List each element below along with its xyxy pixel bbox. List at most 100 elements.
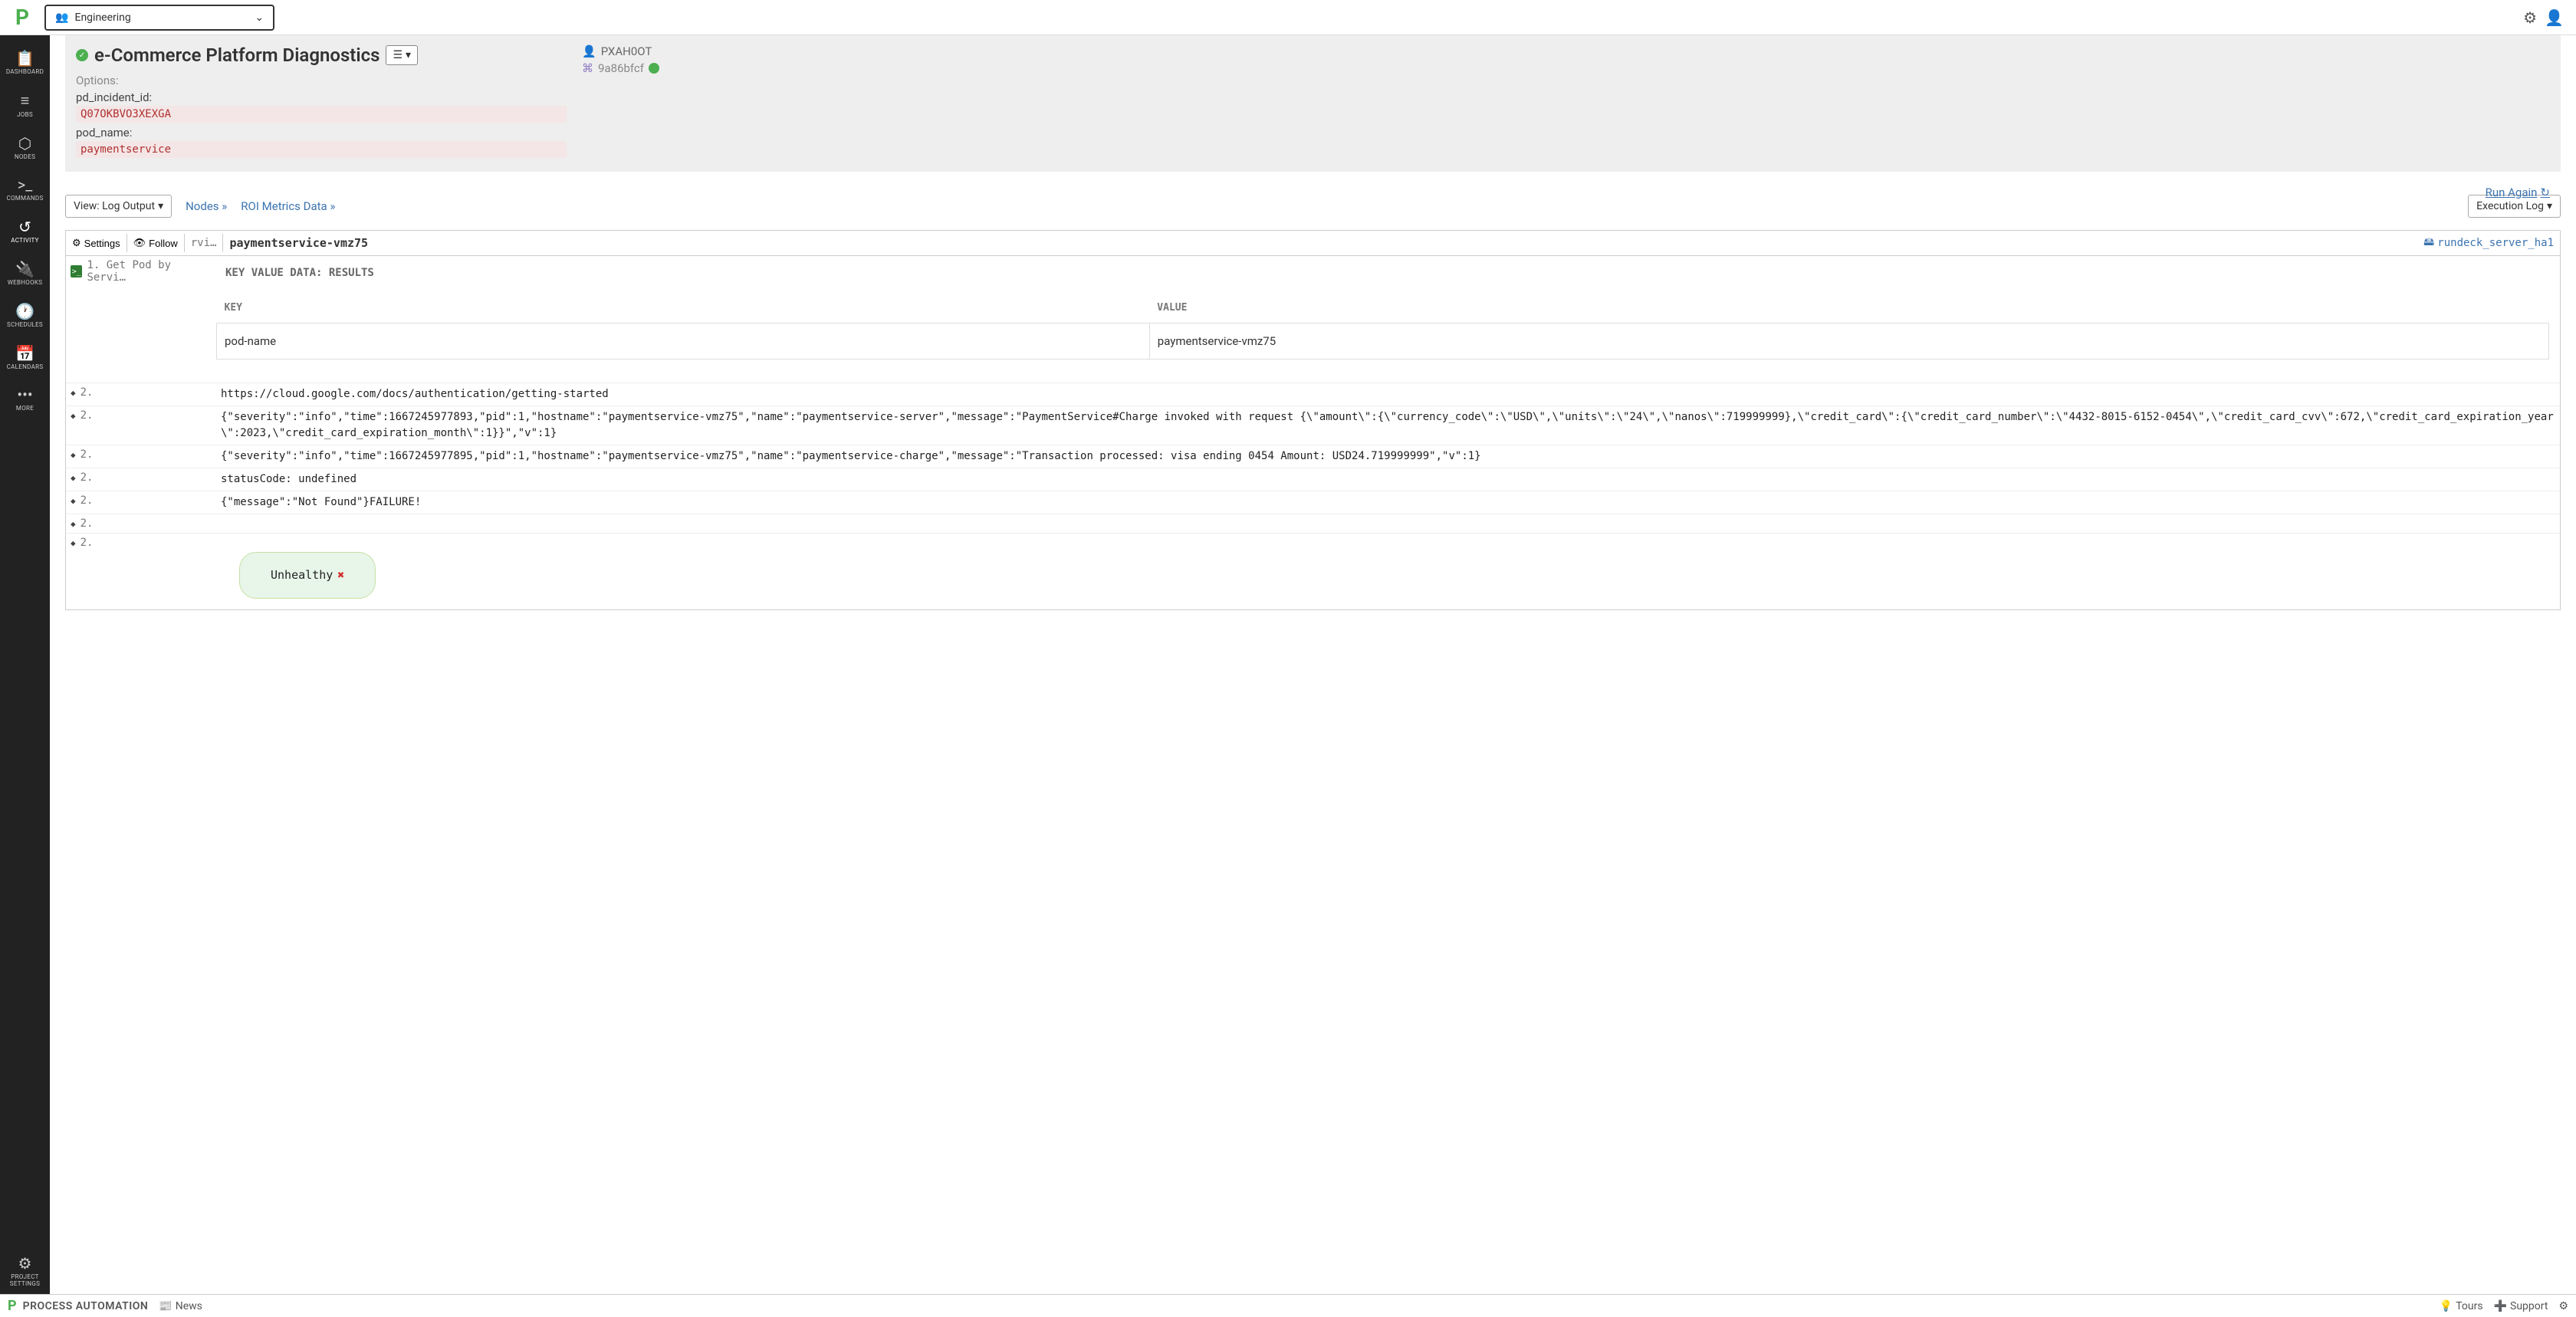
log-gutter: ◆ 2. (66, 514, 216, 533)
footer-gear-icon[interactable]: ⚙ (2558, 1300, 2568, 1312)
diamond-icon: ◆ (71, 496, 76, 506)
log-text (216, 514, 2560, 521)
diamond-icon: ◆ (71, 519, 76, 529)
sidebar-more[interactable]: •••MORE (0, 379, 50, 419)
status-ok-icon: ✓ (76, 49, 88, 61)
chevron-down-icon: ⌄ (255, 11, 264, 24)
results-key-col: KEY (217, 293, 1150, 324)
log-settings-button[interactable]: ⚙Settings (66, 234, 127, 252)
topbar: P 👥 Engineering ⌄ ⚙ 👤 (0, 0, 2576, 35)
actions-button[interactable]: ☰▾ (386, 45, 418, 65)
unhealthy-pill: Unhealthy ✖ (239, 552, 376, 599)
log-server-link[interactable]: 🖴rundeck_server_ha1 (2417, 231, 2560, 255)
caret-down-icon: ▾ (2547, 200, 2552, 212)
roi-link[interactable]: ROI Metrics Data » (241, 199, 335, 213)
run-again-button[interactable]: Run Again↻ (2486, 186, 2550, 199)
settings-icon[interactable]: ⚙ (2523, 8, 2537, 27)
gear-icon: ⚙ (72, 237, 81, 249)
log-follow-button[interactable]: 👁Follow (127, 234, 185, 252)
plug-icon: 🔌 (15, 260, 34, 278)
support-button[interactable]: ➕Support (2494, 1300, 2548, 1312)
results-val-col: VALUE (1149, 293, 2548, 324)
execution-user: PXAH0OT (601, 44, 652, 58)
caret-down-icon: ▾ (158, 200, 163, 212)
sidebar-dashboard[interactable]: 📋DASHBOARD (0, 43, 50, 82)
user-icon: 👤 (582, 44, 596, 58)
commit-status-icon (649, 63, 659, 74)
diamond-icon: ◆ (71, 411, 76, 421)
eye-off-icon: 👁 (133, 237, 146, 249)
log-text: {"severity":"info","time":1667245977895,… (216, 445, 2560, 468)
history-icon: ↺ (18, 218, 31, 236)
tours-button[interactable]: 💡Tours (2440, 1300, 2483, 1312)
log-line: ◆2.statusCode: undefined (66, 468, 2560, 491)
log-line: ◆2. Unhealthy ✖ (66, 533, 2560, 609)
refresh-icon: ↻ (2540, 186, 2550, 199)
user-icon[interactable]: 👤 (2545, 8, 2564, 27)
result-value: paymentservice-vmz75 (1149, 324, 2548, 360)
news-icon: 📰 (159, 1300, 172, 1312)
log-gutter: ◆2. (66, 534, 216, 552)
sidebar-project-settings[interactable]: ⚙PROJECT SETTINGS (0, 1248, 50, 1294)
server-icon: 🖴 (2423, 234, 2434, 252)
diamond-icon: ◆ (71, 450, 76, 460)
log-text: https://cloud.google.com/docs/authentica… (216, 383, 2560, 406)
step-gutter: >_ 1. Get Pod by Servi… (66, 256, 216, 287)
step-num: 2. (80, 386, 94, 399)
diamond-icon: ◆ (71, 473, 76, 483)
step-label: 1. Get Pod by Servi… (87, 259, 212, 284)
sidebar-schedules[interactable]: 🕐SCHEDULES (0, 296, 50, 335)
support-icon: ➕ (2494, 1300, 2507, 1312)
project-selector[interactable]: 👥 Engineering ⌄ (44, 5, 274, 31)
log-truncated: rvi… (185, 234, 224, 252)
log-line: ◆ 2. {"severity":"info","time":16672459778… (66, 445, 2560, 468)
step-num: 2. (80, 517, 94, 530)
list-icon: ≡ (21, 91, 30, 110)
view-row: View: Log Output ▾ Nodes » ROI Metrics D… (65, 195, 2561, 218)
result-key: pod-name (217, 324, 1150, 360)
view-selector[interactable]: View: Log Output ▾ (65, 195, 172, 218)
step-num: 2. (80, 448, 94, 461)
nodes-icon: ⬡ (18, 134, 31, 153)
log-gutter: ◆ 2. (66, 383, 216, 402)
sidebar-activity[interactable]: ↺ACTIVITY (0, 212, 50, 251)
sidebar-nodes[interactable]: ⬡NODES (0, 128, 50, 167)
main: ✓ e-Commerce Platform Diagnostics ☰▾ Opt… (50, 35, 2576, 641)
log-text: Unhealthy ✖ (216, 534, 2560, 609)
step-num: 2. (80, 471, 94, 484)
log-line: ◆2.{"message":"Not Found"}FAILURE! (66, 491, 2560, 514)
group-icon: 👥 (55, 11, 68, 24)
footer-logo: P (8, 1298, 17, 1314)
log-controls: ⚙Settings 👁Follow rvi… paymentservice-vm… (65, 230, 2561, 256)
log-text: {"severity":"info","time":1667245977893,… (216, 406, 2560, 445)
sidebar-jobs[interactable]: ≡JOBS (0, 85, 50, 125)
footer: P PROCESS AUTOMATION 📰News 💡Tours ➕Suppo… (0, 1294, 2576, 1317)
x-icon: ✖ (337, 567, 344, 584)
sidebar-webhooks[interactable]: 🔌WEBHOOKS (0, 254, 50, 293)
project-name: Engineering (74, 11, 130, 24)
log-gutter: ◆ 2. (66, 406, 216, 425)
results-table: KEY VALUE pod-name paymentservice-vmz75 (216, 293, 2549, 360)
clipboard-icon: 📋 (15, 49, 34, 67)
calendar-icon: 📅 (15, 344, 34, 363)
sidebar-calendars[interactable]: 📅CALENDARS (0, 338, 50, 377)
sidebar: 📋DASHBOARD ≡JOBS ⬡NODES >_COMMANDS ↺ACTI… (0, 35, 50, 1294)
bulb-icon: 💡 (2440, 1300, 2453, 1312)
log-line: ◆ 2. (66, 514, 2560, 533)
step-icon: >_ (71, 265, 82, 278)
list-icon: ☰ (393, 49, 402, 61)
step-num: 2. (80, 409, 94, 422)
option-key: pd_incident_id: (76, 90, 567, 104)
news-button[interactable]: 📰News (159, 1300, 202, 1312)
page-title: e-Commerce Platform Diagnostics (94, 44, 380, 66)
more-icon: ••• (17, 386, 32, 404)
step-num: 2. (80, 537, 94, 549)
gears-icon: ⚙ (18, 1254, 32, 1273)
sidebar-commands[interactable]: >_COMMANDS (0, 169, 50, 209)
diamond-icon: ◆ (71, 388, 76, 398)
caret-down-icon: ▾ (406, 49, 411, 61)
table-row: pod-name paymentservice-vmz75 (217, 324, 2549, 360)
log-gutter: ◆2. (66, 491, 216, 510)
nodes-link[interactable]: Nodes » (186, 199, 227, 213)
commit-hash: 9a86bfcf (598, 61, 644, 75)
